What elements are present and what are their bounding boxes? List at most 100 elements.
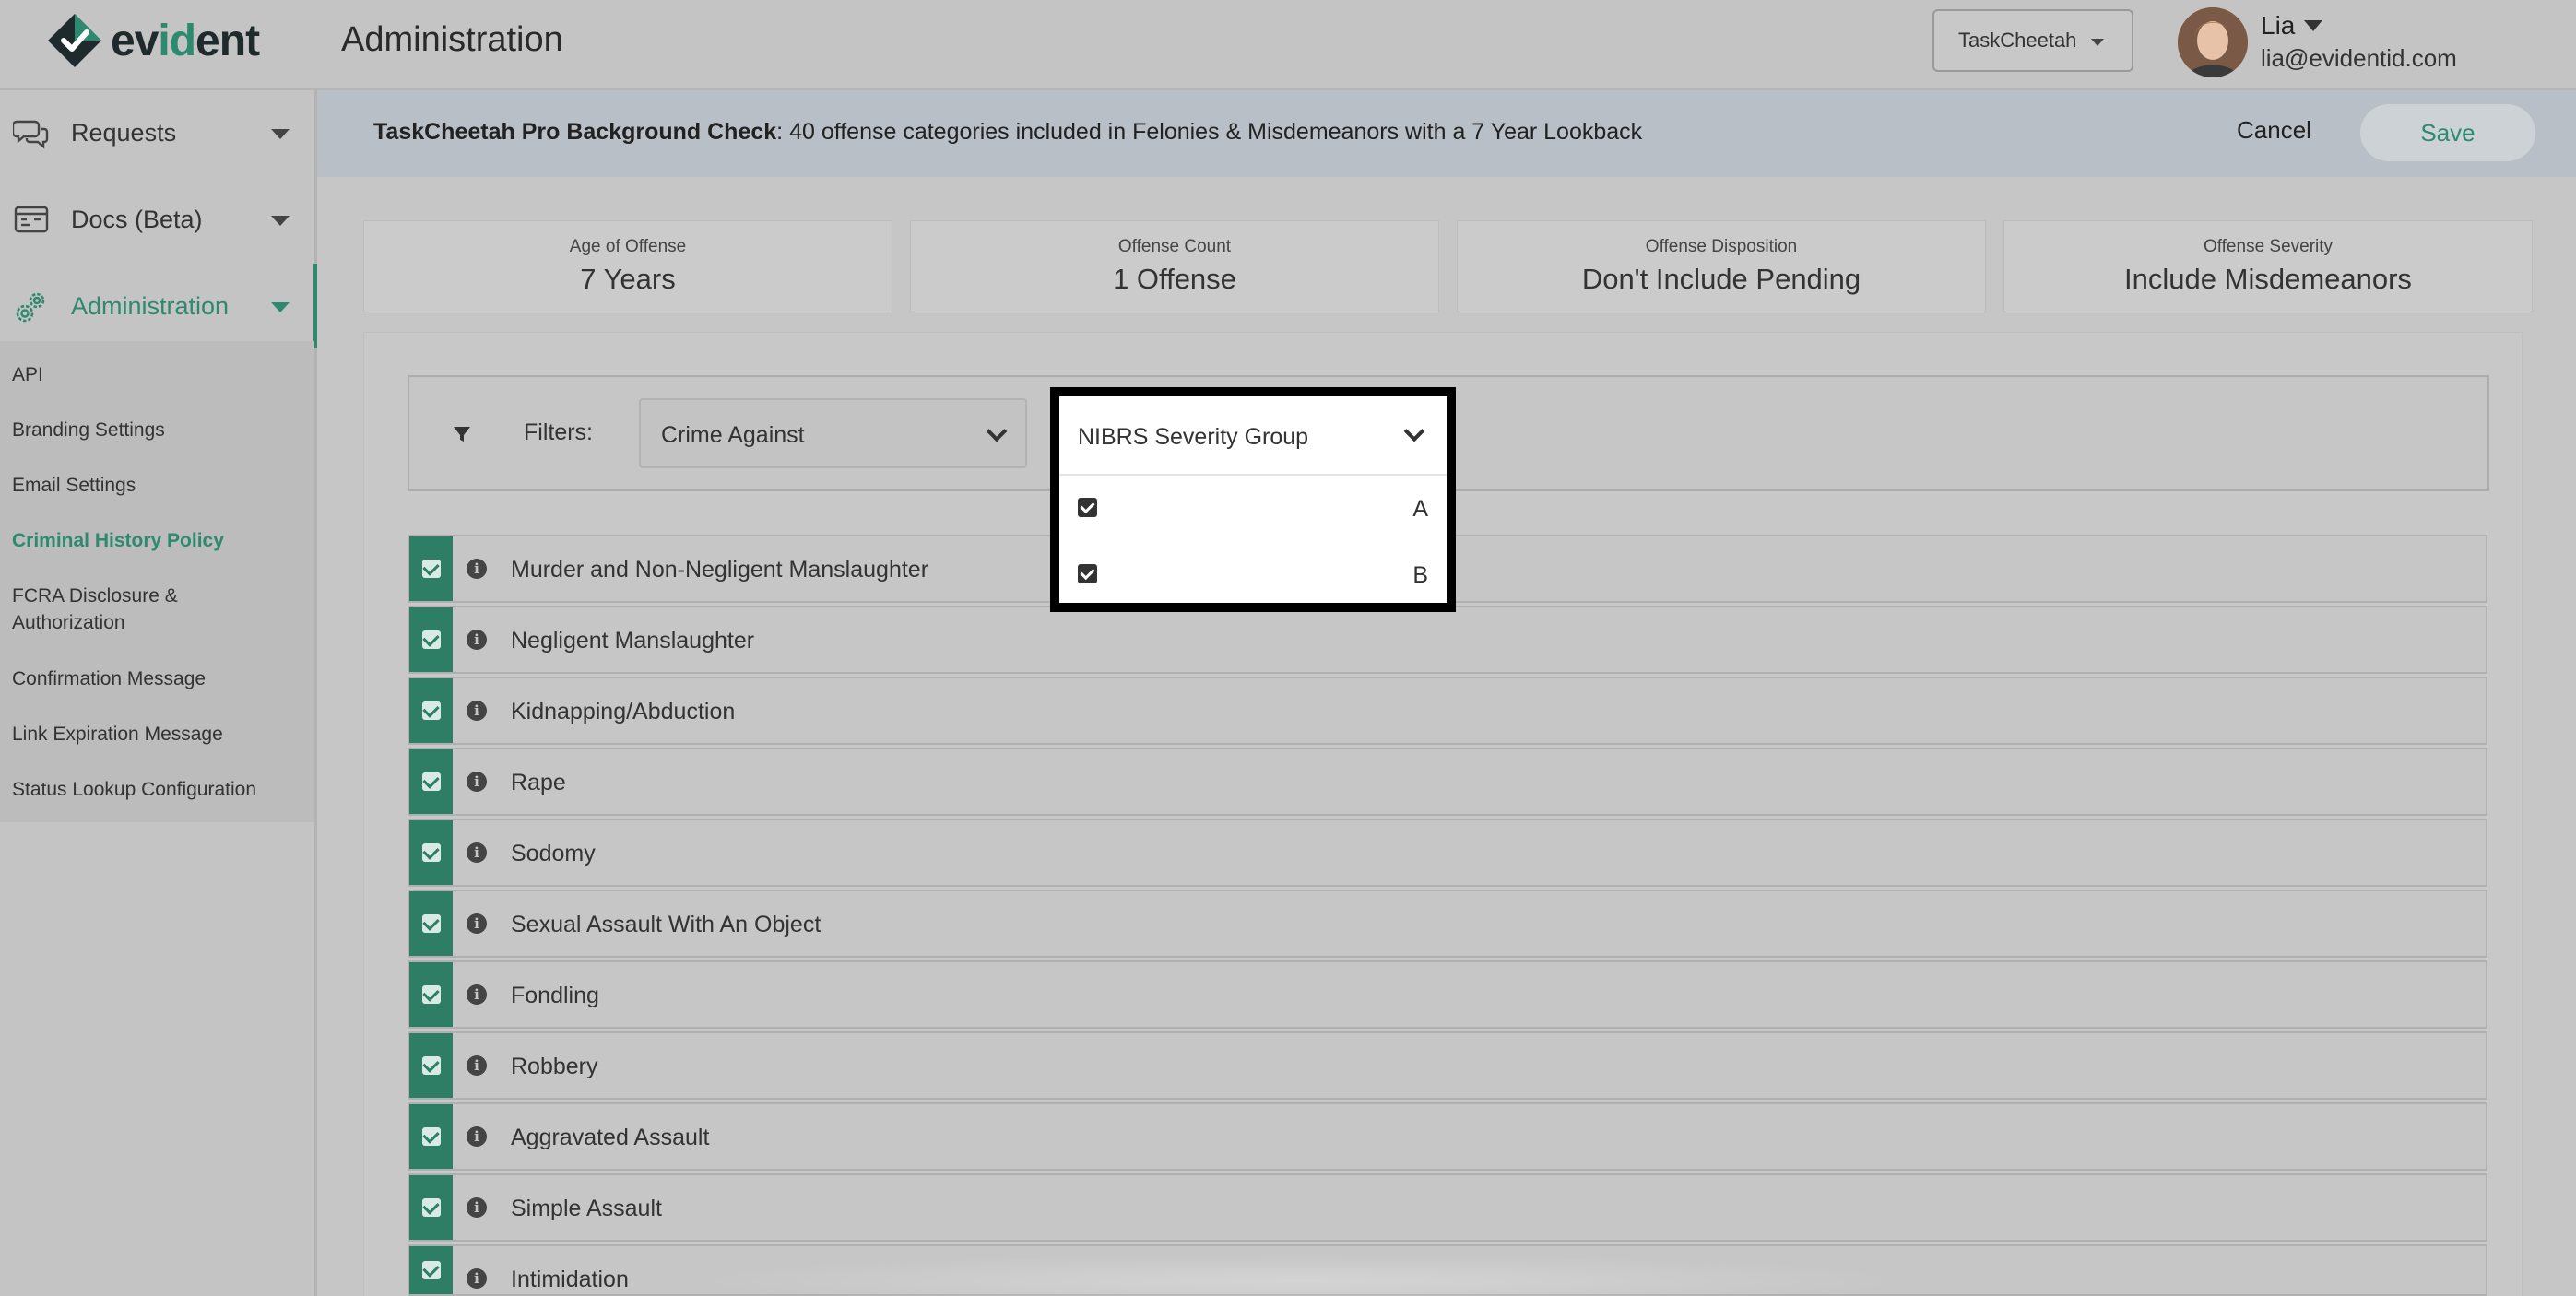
checkbox-checked-icon — [421, 914, 441, 933]
info-icon[interactable]: i — [467, 772, 487, 792]
save-button[interactable]: Save — [2360, 104, 2535, 161]
offense-row: i Robbery — [408, 1031, 2487, 1100]
offense-row: i Fondling — [408, 960, 2487, 1029]
offense-label: Rape — [511, 770, 566, 795]
card-label: Offense Count — [1117, 237, 1232, 256]
checkbox-checked-icon — [421, 985, 441, 1004]
avatar[interactable] — [2178, 7, 2248, 77]
subnav-item-fcra-disclosure[interactable]: FCRA Disclosure & Authorization — [12, 583, 206, 636]
info-icon[interactable]: i — [467, 1126, 487, 1147]
info-icon[interactable]: i — [467, 1197, 487, 1218]
admin-subnav: API Branding Settings Email Settings Cri… — [0, 341, 314, 822]
offense-label: Simple Assault — [511, 1196, 662, 1221]
chevron-down-icon — [986, 420, 1008, 442]
offense-row: i Rape — [408, 748, 2487, 816]
subnav-item-criminal-history-policy[interactable]: Criminal History Policy — [12, 527, 289, 554]
sidebar-item-label: Administration — [71, 291, 230, 320]
subnav-item-status-lookup-configuration[interactable]: Status Lookup Configuration — [12, 776, 289, 803]
offense-checkbox[interactable] — [409, 1246, 453, 1294]
checkbox-checked-icon[interactable] — [1078, 498, 1097, 517]
caret-down-icon[interactable] — [271, 302, 290, 312]
offense-checkbox[interactable] — [409, 962, 453, 1027]
offense-checkbox[interactable] — [409, 1104, 453, 1169]
sidebar-item-administration[interactable]: Administration — [0, 264, 320, 348]
info-icon[interactable]: i — [467, 1268, 487, 1289]
caret-down-icon[interactable] — [271, 129, 290, 139]
filters-label: Filters: — [524, 419, 593, 445]
subnav-item-confirmation-message[interactable]: Confirmation Message — [12, 666, 289, 692]
checkbox-checked-icon — [421, 772, 441, 791]
option-label: A — [1412, 496, 1428, 522]
caret-down-icon[interactable] — [271, 216, 290, 226]
offense-checkbox[interactable] — [409, 1175, 453, 1240]
checkbox-checked-icon — [421, 843, 441, 862]
option-label: B — [1412, 562, 1428, 588]
info-icon[interactable]: i — [467, 913, 487, 934]
subnav-item-email-settings[interactable]: Email Settings — [12, 472, 289, 499]
checkbox-checked-icon[interactable] — [1078, 564, 1097, 583]
offense-label: Negligent Manslaughter — [511, 628, 755, 654]
policy-banner: TaskCheetah Pro Background Check: 40 off… — [317, 90, 2576, 177]
user-email: lia@evidentid.com — [2261, 44, 2457, 72]
offense-disposition-card[interactable]: Offense Disposition Don't Include Pendin… — [1457, 220, 1986, 312]
nibrs-severity-group-select[interactable]: NIBRS Severity Group — [1059, 396, 1447, 476]
offense-label: Fondling — [511, 983, 599, 1008]
offense-checkbox[interactable] — [409, 749, 453, 814]
crime-against-select[interactable]: Crime Against — [639, 398, 1027, 468]
offense-checkbox[interactable] — [409, 820, 453, 885]
info-icon[interactable]: i — [467, 630, 487, 650]
card-value: Include Misdemeanors — [2124, 263, 2412, 295]
nibrs-severity-group-dropdown[interactable]: NIBRS Severity Group A B — [1050, 387, 1456, 612]
offense-checkbox[interactable] — [409, 536, 453, 601]
chevron-down-icon — [1403, 420, 1425, 442]
info-icon[interactable]: i — [467, 701, 487, 721]
card-label: Offense Severity — [2203, 237, 2334, 256]
offense-row: i Kidnapping/Abduction — [408, 677, 2487, 745]
sidebar-item-requests[interactable]: Requests — [0, 90, 317, 175]
info-icon[interactable]: i — [467, 984, 487, 1005]
subnav-item-api[interactable]: API — [12, 361, 289, 388]
offense-checkbox[interactable] — [409, 678, 453, 743]
sidebar-item-docs[interactable]: Docs (Beta) — [0, 177, 317, 262]
subnav-item-link-expiration-message[interactable]: Link Expiration Message — [12, 721, 289, 748]
sidebar: Requests Docs (Beta) Administration API … — [0, 90, 320, 1296]
tenant-select[interactable]: TaskCheetah — [1932, 9, 2133, 72]
offense-checkbox[interactable] — [409, 1033, 453, 1098]
subnav-item-branding-settings[interactable]: Branding Settings — [12, 417, 289, 443]
offense-row: i Sodomy — [408, 819, 2487, 887]
top-bar: evident Administration TaskCheetah Lia l… — [0, 0, 2576, 90]
scroll-fade — [682, 1254, 1918, 1296]
info-icon[interactable]: i — [467, 1055, 487, 1076]
offense-checkbox[interactable] — [409, 891, 453, 956]
evident-logo[interactable]: evident — [46, 11, 260, 70]
offense-label: Robbery — [511, 1054, 598, 1079]
caret-down-icon — [2091, 39, 2104, 46]
user-name: Lia — [2261, 11, 2296, 40]
sidebar-item-label: Docs (Beta) — [71, 205, 203, 233]
checkbox-checked-icon — [421, 1261, 441, 1279]
user-photo — [2178, 7, 2248, 77]
offense-label: Murder and Non-Negligent Manslaughter — [511, 557, 929, 583]
policy-summary: TaskCheetah Pro Background Check: 40 off… — [373, 119, 1642, 146]
card-value: Don't Include Pending — [1581, 263, 1861, 295]
offense-severity-card[interactable]: Offense Severity Include Misdemeanors — [2003, 220, 2533, 312]
checkbox-checked-icon — [421, 701, 441, 720]
user-menu-toggle[interactable]: Lia — [2261, 11, 2323, 41]
info-icon[interactable]: i — [467, 842, 487, 863]
checkbox-checked-icon — [421, 1127, 441, 1146]
age-of-offense-card[interactable]: Age of Offense 7 Years — [363, 220, 892, 312]
severity-option-b[interactable]: B — [1059, 542, 1447, 608]
card-label: Age of Offense — [569, 237, 687, 256]
info-icon[interactable]: i — [467, 559, 487, 579]
offense-checkbox[interactable] — [409, 607, 453, 672]
policy-summary-text: : 40 offense categories included in Felo… — [776, 119, 1643, 145]
checkbox-checked-icon — [421, 560, 441, 578]
card-value: 1 Offense — [1113, 263, 1236, 295]
offense-count-card[interactable]: Offense Count 1 Offense — [910, 220, 1439, 312]
logo-wordmark: evident — [111, 16, 260, 65]
cancel-button[interactable]: Cancel — [2237, 116, 2311, 145]
checkbox-checked-icon — [421, 1198, 441, 1217]
card-value: 7 Years — [580, 263, 676, 295]
severity-option-a[interactable]: A — [1059, 476, 1447, 542]
checkbox-checked-icon — [421, 630, 441, 649]
